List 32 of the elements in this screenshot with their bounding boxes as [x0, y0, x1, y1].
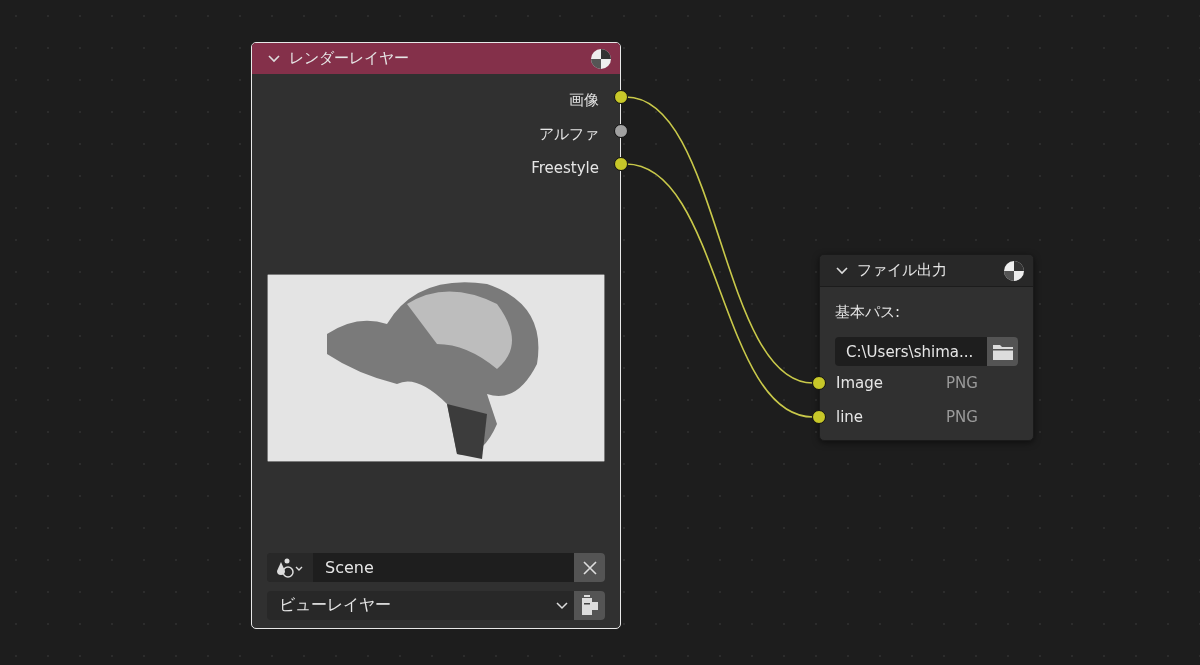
output-socket-label: Freestyle — [531, 158, 599, 177]
input-socket-label: line — [836, 408, 865, 426]
scene-icon — [276, 557, 304, 578]
node-title: ファイル出力 — [857, 261, 948, 280]
chevron-down-icon[interactable] — [836, 266, 848, 275]
output-socket-label: アルファ — [539, 124, 599, 144]
file-format-label: PNG — [946, 408, 978, 426]
node-title: レンダーレイヤー — [289, 49, 410, 68]
input-socket-label: Image — [836, 374, 884, 392]
output-socket[interactable] — [614, 90, 628, 104]
browse-folder-button[interactable] — [987, 337, 1018, 366]
folder-icon — [991, 342, 1014, 361]
scene-name-field[interactable]: Scene — [313, 553, 574, 582]
render-sphere-icon — [590, 47, 612, 70]
base-path-field[interactable]: C:\Users\shima... — [835, 337, 987, 366]
file-output-node[interactable]: ファイル出力 基本パス: C:\Users\shima... Image PNG line PNG — [819, 254, 1034, 441]
close-button[interactable] — [574, 553, 605, 582]
input-socket[interactable] — [812, 410, 826, 424]
output-socket-label: 画像 — [569, 91, 599, 111]
caret-icon — [556, 601, 568, 610]
render-layers-node[interactable]: レンダーレイヤー 画像 アルファ Freestyle Scene ビューレイヤー — [251, 42, 621, 629]
file-format-label: PNG — [946, 374, 978, 392]
render-sphere-icon — [1003, 259, 1025, 282]
node-header[interactable]: レンダーレイヤー — [252, 43, 620, 74]
film-stack-icon — [580, 594, 599, 617]
input-socket[interactable] — [812, 376, 826, 390]
base-path-label: 基本パス: — [835, 302, 902, 323]
chevron-down-icon[interactable] — [268, 54, 280, 63]
output-socket[interactable] — [614, 157, 628, 171]
render-layer-button[interactable] — [574, 591, 605, 620]
node-header[interactable]: ファイル出力 — [820, 255, 1033, 287]
close-icon — [582, 560, 597, 575]
